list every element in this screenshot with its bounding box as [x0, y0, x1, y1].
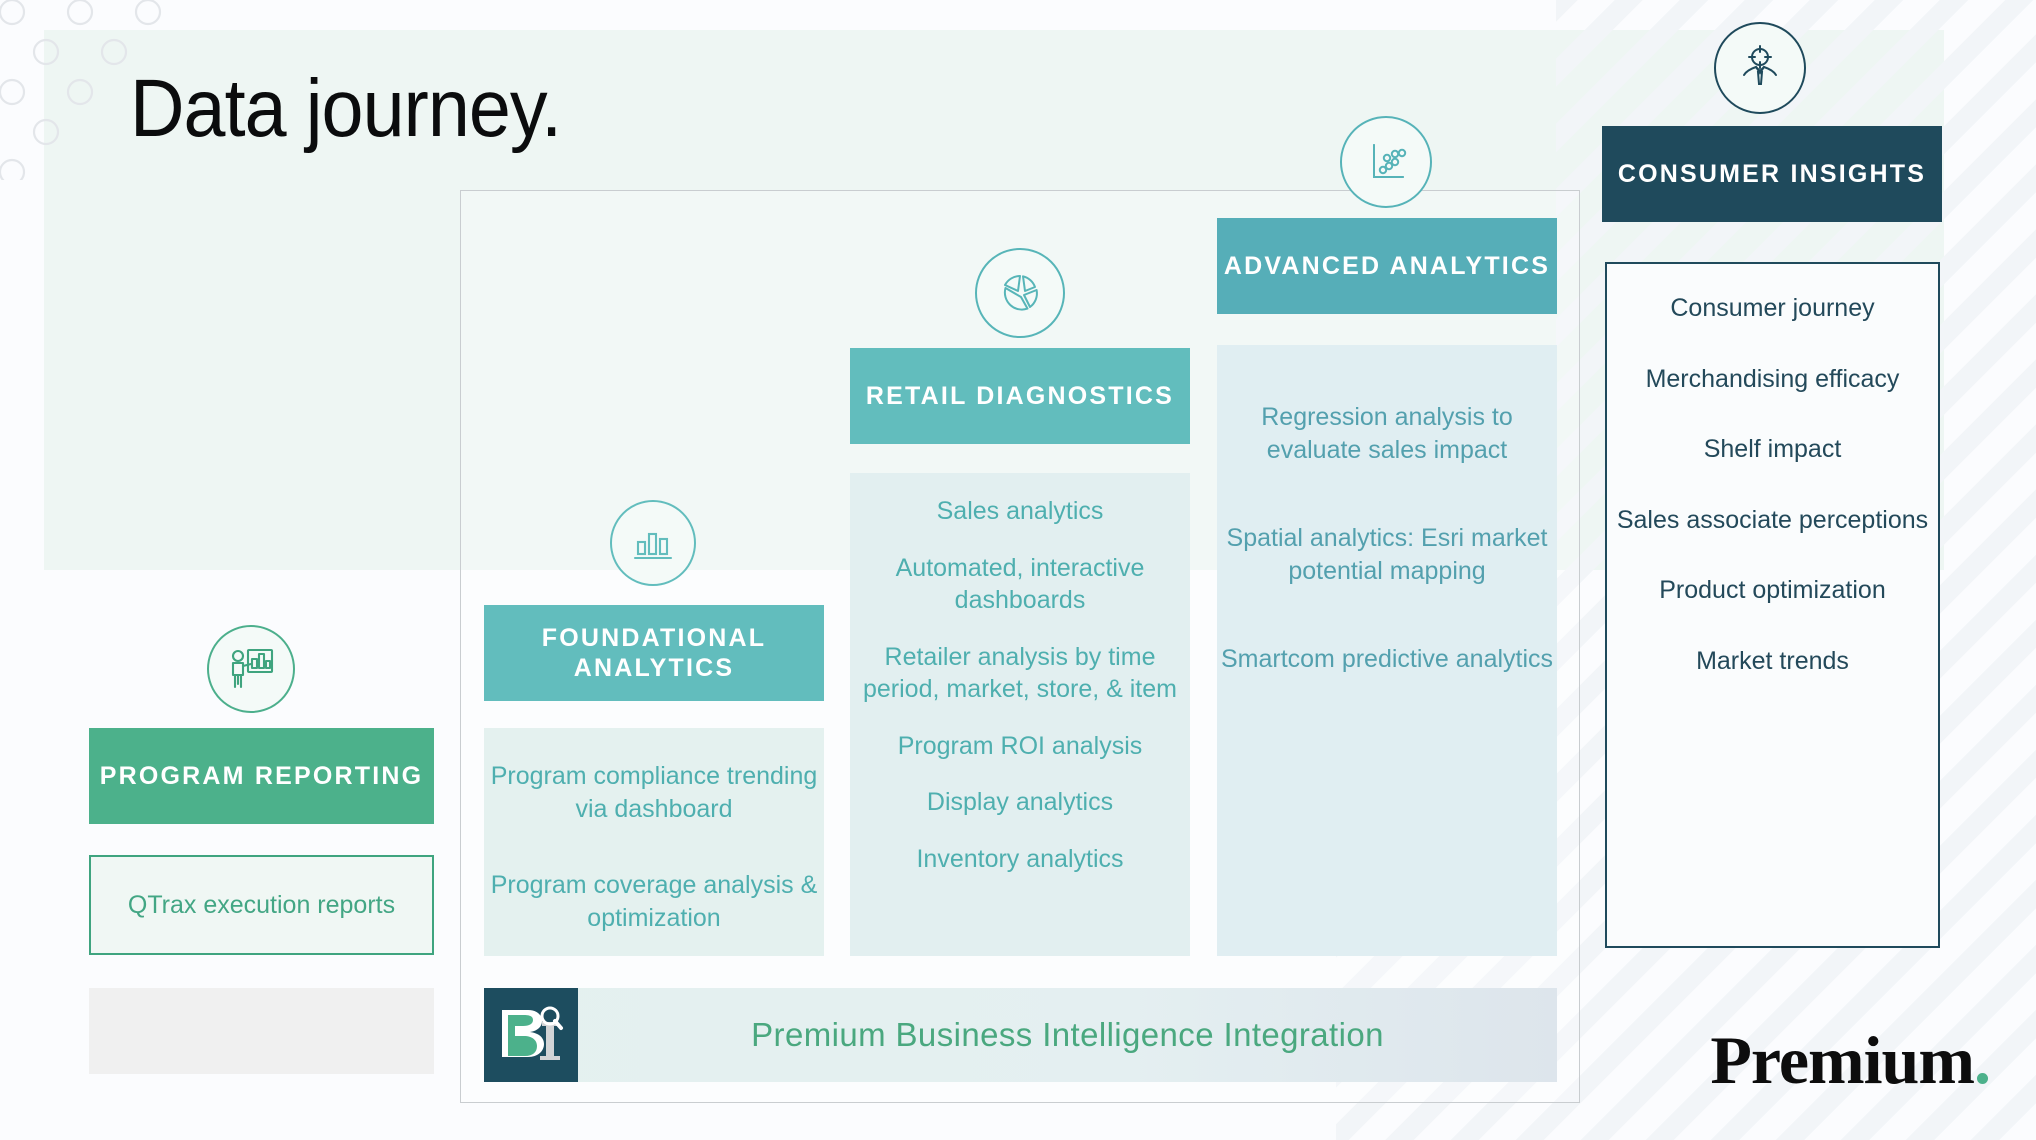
empty-placeholder-box	[89, 988, 434, 1074]
slide-canvas: Data journey. PROGRAM REPORTING QTrax ex…	[0, 0, 2036, 1140]
premium-wordmark: Premium.	[1710, 1021, 1991, 1100]
list-item: Consumer journey	[1670, 294, 1875, 322]
list-item: Program compliance trending via dashboar…	[490, 762, 818, 823]
premium-bi-integration-bar: Premium Business Intelligence Integratio…	[484, 988, 1557, 1082]
list-item: Sales analytics	[936, 497, 1104, 525]
presenter-chart-icon	[207, 625, 295, 713]
list-item: Regression analysis to evaluate sales im…	[1261, 403, 1513, 464]
program-reporting-band[interactable]: PROGRAM REPORTING	[89, 728, 434, 824]
list-item: Shelf impact	[1703, 435, 1842, 463]
list-item: Smartcom predictive analytics	[1220, 645, 1554, 673]
advanced-analytics-band[interactable]: ADVANCED ANALYTICS	[1217, 218, 1557, 314]
foundational-analytics-band[interactable]: FOUNDATIONAL ANALYTICS	[484, 605, 824, 701]
list-item: Display analytics	[926, 788, 1114, 816]
scatter-plot-icon	[1340, 116, 1432, 208]
target-person-icon	[1714, 22, 1806, 114]
premium-wordmark-text: Premium	[1710, 1022, 1975, 1098]
premium-wordmark-dot: .	[1974, 1022, 1991, 1098]
donut-chart-icon	[975, 248, 1065, 338]
consumer-insights-band[interactable]: CONSUMER INSIGHTS	[1602, 126, 1942, 222]
premium-bi-logo	[484, 988, 578, 1082]
list-item: Product optimization	[1659, 576, 1886, 604]
page-title: Data journey.	[130, 63, 562, 154]
list-item: Retailer analysis by time period, market…	[862, 642, 1177, 704]
bi-bar-label: Premium Business Intelligence Integratio…	[751, 1016, 1384, 1053]
advanced-analytics-list: Regression analysis to evaluate sales im…	[1217, 345, 1557, 956]
list-item: Merchandising efficacy	[1645, 364, 1900, 393]
foundational-analytics-list: Program compliance trending via dashboar…	[484, 728, 824, 956]
list-item: Inventory analytics	[916, 844, 1124, 873]
list-item: Spatial analytics: Esri market potential…	[1226, 524, 1548, 585]
retail-diagnostics-list: Sales analytics Automated, interactive d…	[850, 473, 1190, 956]
bar-chart-icon	[610, 500, 696, 586]
list-item: Market trends	[1696, 646, 1849, 675]
list-item: Program ROI analysis	[897, 731, 1143, 760]
retail-diagnostics-band[interactable]: RETAIL DIAGNOSTICS	[850, 348, 1190, 444]
list-item: Program coverage analysis & optimization	[490, 871, 818, 932]
list-item: Sales associate perceptions	[1616, 505, 1929, 534]
consumer-insights-list: Consumer journey Merchandising efficacy …	[1605, 262, 1940, 948]
qtrax-execution-reports-card[interactable]: QTrax execution reports	[89, 855, 434, 955]
list-item: Automated, interactive dashboards	[895, 553, 1145, 615]
